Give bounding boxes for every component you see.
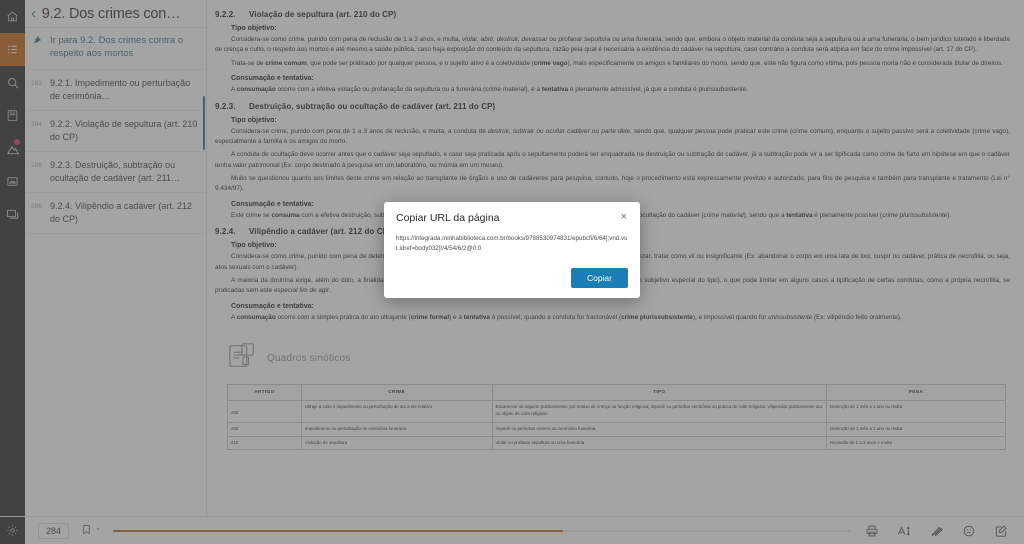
dialog-header: Copiar URL da página × [396,212,628,225]
reader-app: ‹ 9.2. Dos crimes con… Ir para 9.2. Dos … [0,0,1024,544]
page-url-text[interactable]: https://integrada.minhabiblioteca.com.br… [396,234,628,254]
copy-url-dialog: Copiar URL da página × https://integrada… [384,202,640,299]
close-icon[interactable]: × [620,212,628,223]
dialog-title: Copiar URL da página [396,212,500,224]
copy-button[interactable]: Copiar [570,268,628,289]
dialog-footer: Copiar [396,268,628,289]
